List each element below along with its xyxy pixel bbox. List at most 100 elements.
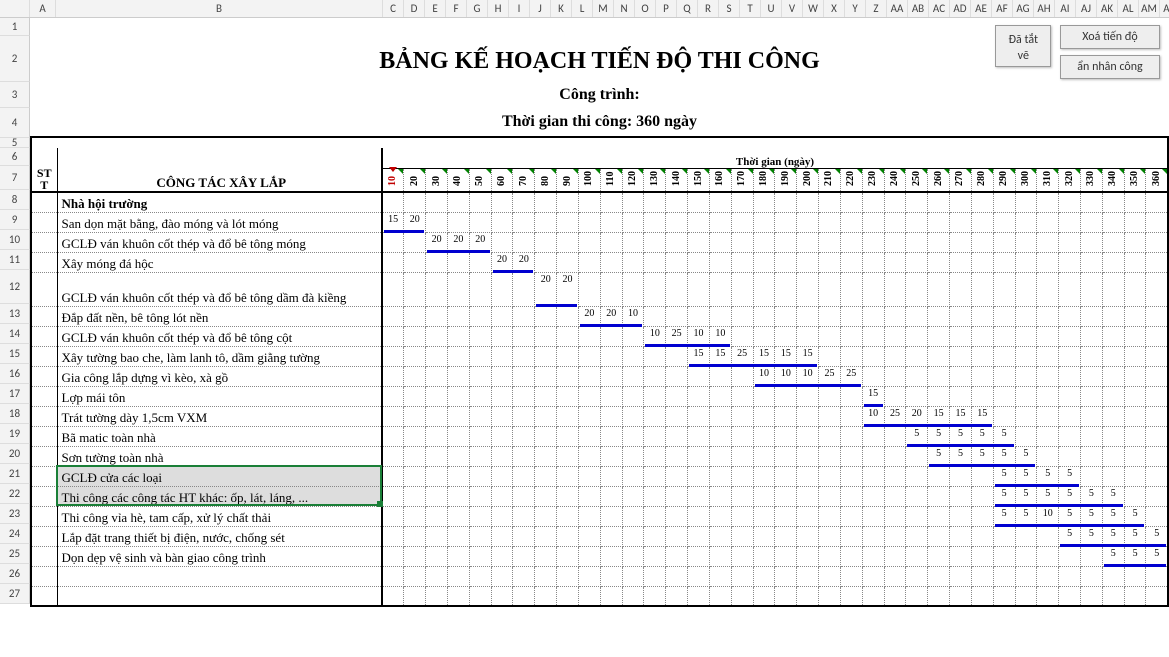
- gantt-cell[interactable]: [971, 326, 993, 346]
- gantt-cell[interactable]: [775, 466, 797, 486]
- gantt-bar-cell[interactable]: 20: [404, 212, 426, 232]
- task-row[interactable]: Gia công lắp dựng vì kèo, xà gồ101010252…: [31, 366, 1168, 386]
- gantt-cell[interactable]: [1102, 212, 1124, 232]
- gantt-cell[interactable]: [709, 192, 731, 212]
- gantt-cell[interactable]: [1146, 232, 1168, 252]
- gantt-cell[interactable]: [600, 326, 622, 346]
- gantt-cell[interactable]: [971, 232, 993, 252]
- gantt-cell[interactable]: [382, 406, 404, 426]
- gantt-cell[interactable]: [1124, 212, 1146, 232]
- gantt-bar-cell[interactable]: 25: [819, 366, 841, 386]
- gantt-cell[interactable]: [775, 272, 797, 306]
- gantt-cell[interactable]: [382, 466, 404, 486]
- gantt-cell[interactable]: [469, 192, 491, 212]
- gantt-cell[interactable]: [404, 506, 426, 526]
- col-header-M[interactable]: M: [593, 0, 614, 17]
- gantt-cell[interactable]: [709, 212, 731, 232]
- gantt-cell[interactable]: [862, 272, 884, 306]
- task-row[interactable]: [31, 586, 1168, 606]
- task-row[interactable]: Lắp đặt trang thiết bị điện, nước, chống…: [31, 526, 1168, 546]
- gantt-bar-cell[interactable]: 5: [1124, 546, 1146, 566]
- gantt-cell[interactable]: [709, 586, 731, 606]
- gantt-cell[interactable]: [950, 386, 972, 406]
- gantt-cell[interactable]: [906, 386, 928, 406]
- gantt-cell[interactable]: [753, 486, 775, 506]
- gantt-cell[interactable]: [819, 346, 841, 366]
- gantt-cell[interactable]: [971, 486, 993, 506]
- row-header-4[interactable]: 4: [0, 108, 30, 138]
- task-row[interactable]: Thi công các công tác HT khác: ốp, lát, …: [31, 486, 1168, 506]
- task-row[interactable]: Trát tường dày 1,5cm VXM102520151515: [31, 406, 1168, 426]
- gantt-cell[interactable]: [840, 232, 862, 252]
- gantt-cell[interactable]: [622, 546, 644, 566]
- gantt-cell[interactable]: [469, 406, 491, 426]
- gantt-cell[interactable]: [600, 252, 622, 272]
- gantt-cell[interactable]: [1102, 426, 1124, 446]
- col-header-X[interactable]: X: [824, 0, 845, 17]
- row-header-16[interactable]: 16: [0, 364, 30, 384]
- gantt-cell[interactable]: [709, 566, 731, 586]
- gantt-cell[interactable]: [709, 426, 731, 446]
- stt-cell[interactable]: [31, 346, 57, 366]
- gantt-cell[interactable]: [971, 346, 993, 366]
- gantt-cell[interactable]: [1037, 346, 1059, 366]
- stt-cell[interactable]: [31, 326, 57, 346]
- gantt-cell[interactable]: [491, 486, 513, 506]
- gantt-cell[interactable]: [557, 366, 579, 386]
- gantt-cell[interactable]: [906, 446, 928, 466]
- gantt-cell[interactable]: [666, 252, 688, 272]
- gantt-cell[interactable]: [862, 566, 884, 586]
- gantt-cell[interactable]: [862, 326, 884, 346]
- gantt-cell[interactable]: [1146, 506, 1168, 526]
- gantt-cell[interactable]: [688, 406, 710, 426]
- gantt-cell[interactable]: [600, 506, 622, 526]
- gantt-cell[interactable]: [535, 566, 557, 586]
- gantt-cell[interactable]: [513, 326, 535, 346]
- task-name-cell[interactable]: GCLĐ ván khuôn cốt thép và đổ bê tông mó…: [57, 232, 382, 252]
- gantt-cell[interactable]: [1059, 346, 1081, 366]
- gantt-cell[interactable]: [1059, 546, 1081, 566]
- gantt-cell[interactable]: [644, 466, 666, 486]
- gantt-cell[interactable]: [491, 406, 513, 426]
- gantt-cell[interactable]: [1102, 306, 1124, 326]
- gantt-cell[interactable]: [840, 566, 862, 586]
- gantt-cell[interactable]: [731, 486, 753, 506]
- gantt-bar-cell[interactable]: 5: [1081, 526, 1103, 546]
- gantt-cell[interactable]: [709, 306, 731, 326]
- gantt-cell[interactable]: [1081, 232, 1103, 252]
- gantt-cell[interactable]: [1015, 546, 1037, 566]
- task-row[interactable]: Lợp mái tôn15: [31, 386, 1168, 406]
- gantt-cell[interactable]: [1081, 446, 1103, 466]
- gantt-cell[interactable]: [491, 192, 513, 212]
- gantt-cell[interactable]: [426, 272, 448, 306]
- gantt-cell[interactable]: [622, 566, 644, 586]
- gantt-cell[interactable]: [557, 252, 579, 272]
- gantt-cell[interactable]: [578, 192, 600, 212]
- gantt-cell[interactable]: [426, 586, 448, 606]
- row-header-14[interactable]: 14: [0, 324, 30, 344]
- row-header-20[interactable]: 20: [0, 444, 30, 464]
- gantt-cell[interactable]: [382, 486, 404, 506]
- gantt-cell[interactable]: [971, 386, 993, 406]
- task-row[interactable]: Nhà hội trường: [31, 192, 1168, 212]
- gantt-cell[interactable]: [797, 232, 819, 252]
- gantt-cell[interactable]: [797, 586, 819, 606]
- gantt-cell[interactable]: [709, 506, 731, 526]
- gantt-cell[interactable]: [557, 586, 579, 606]
- gantt-cell[interactable]: [928, 252, 950, 272]
- row-header-7[interactable]: 7: [0, 166, 30, 190]
- gantt-cell[interactable]: [928, 586, 950, 606]
- gantt-cell[interactable]: [644, 486, 666, 506]
- col-header-E[interactable]: E: [425, 0, 446, 17]
- gantt-cell[interactable]: [840, 506, 862, 526]
- gantt-cell[interactable]: [753, 426, 775, 446]
- gantt-cell[interactable]: [753, 232, 775, 252]
- gantt-cell[interactable]: [906, 526, 928, 546]
- gantt-cell[interactable]: [513, 272, 535, 306]
- gantt-bar-cell[interactable]: 20: [491, 252, 513, 272]
- gantt-cell[interactable]: [906, 586, 928, 606]
- gantt-cell[interactable]: [513, 506, 535, 526]
- gantt-cell[interactable]: [644, 306, 666, 326]
- worksheet[interactable]: BẢNG KẾ HOẠCH TIẾN ĐỘ THI CÔNG Công trìn…: [30, 18, 1169, 607]
- gantt-cell[interactable]: [797, 406, 819, 426]
